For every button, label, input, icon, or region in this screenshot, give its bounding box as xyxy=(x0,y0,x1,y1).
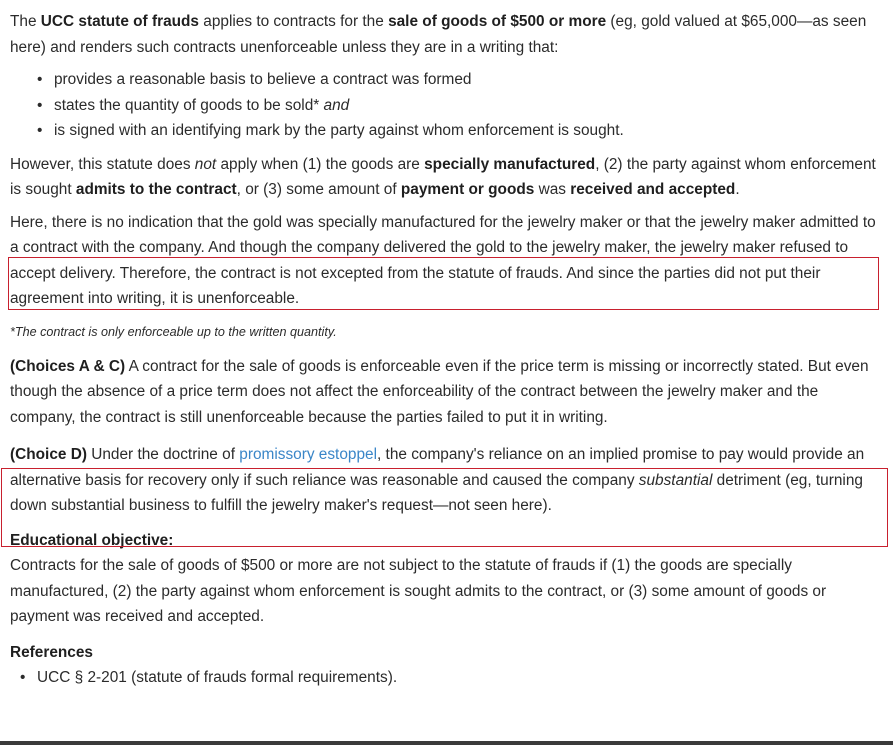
exceptions-text: apply when (1) the goods are xyxy=(216,155,425,173)
list-item: states the quantity of goods to be sold*… xyxy=(37,93,880,119)
intro-paragraph: The UCC statute of frauds applies to con… xyxy=(10,9,880,60)
objective-heading: Educational objective: xyxy=(10,531,174,549)
writing-requirements-list: provides a reasonable basis to believe a… xyxy=(10,67,880,144)
bottom-divider xyxy=(0,741,893,745)
choice-d-emphasis: substantial xyxy=(638,471,713,489)
objective-paragraph: Contracts for the sale of goods of $500 … xyxy=(10,557,827,625)
exceptions-text: , or (3) some amount of xyxy=(236,181,401,198)
exceptions-bold-term: admits to the contract xyxy=(75,181,237,198)
list-item-text: provides a reasonable basis to believe a… xyxy=(54,71,472,88)
exceptions-bold-term: payment or goods xyxy=(400,181,535,198)
intro-text: The xyxy=(10,13,41,30)
analysis-paragraph: Here, there is no indication that the go… xyxy=(10,213,876,308)
list-item-emphasis: and xyxy=(323,96,350,114)
intro-text: applies to contracts for the xyxy=(199,13,389,30)
choice-ac-label: (Choices A & C) xyxy=(10,357,126,375)
references-list: UCC § 2-201 (statute of frauds formal re… xyxy=(10,665,880,691)
reference-item: UCC § 2-201 (statute of frauds formal re… xyxy=(20,665,880,691)
exceptions-text: was xyxy=(534,181,571,198)
list-item-text: is signed with an identifying mark by th… xyxy=(54,122,624,139)
explanation-content: The UCC statute of frauds applies to con… xyxy=(10,9,880,691)
exceptions-text: . xyxy=(735,181,740,198)
promissory-estoppel-link[interactable]: promissory estoppel xyxy=(239,446,377,463)
intro-bold-term: UCC statute of frauds xyxy=(40,13,199,30)
exceptions-paragraph: However, this statute does not apply whe… xyxy=(10,152,880,203)
exceptions-text: However, this statute does xyxy=(10,155,195,173)
intro-bold-term: sale of goods of $500 or more xyxy=(388,13,607,30)
choice-d-label: (Choice D) xyxy=(10,446,87,463)
exceptions-emphasis: not xyxy=(194,155,217,173)
choice-d-text: Under the doctrine of xyxy=(86,446,240,463)
references-heading: References xyxy=(10,643,93,661)
reference-text: UCC § 2-201 (statute of frauds formal re… xyxy=(37,669,398,686)
exceptions-bold-term: received and accepted xyxy=(570,181,736,198)
footnote: *The contract is only enforceable up to … xyxy=(10,324,337,339)
list-item: provides a reasonable basis to believe a… xyxy=(37,67,880,93)
list-item: is signed with an identifying mark by th… xyxy=(37,118,880,144)
choice-ac-text: A contract for the sale of goods is enfo… xyxy=(10,357,869,426)
choice-d-paragraph: (Choice D) Under the doctrine of promiss… xyxy=(10,442,880,519)
exceptions-bold-term: specially manufactured xyxy=(424,155,596,173)
choice-ac-paragraph: (Choices A & C) A contract for the sale … xyxy=(10,354,880,431)
list-item-text: states the quantity of goods to be sold* xyxy=(54,96,324,114)
